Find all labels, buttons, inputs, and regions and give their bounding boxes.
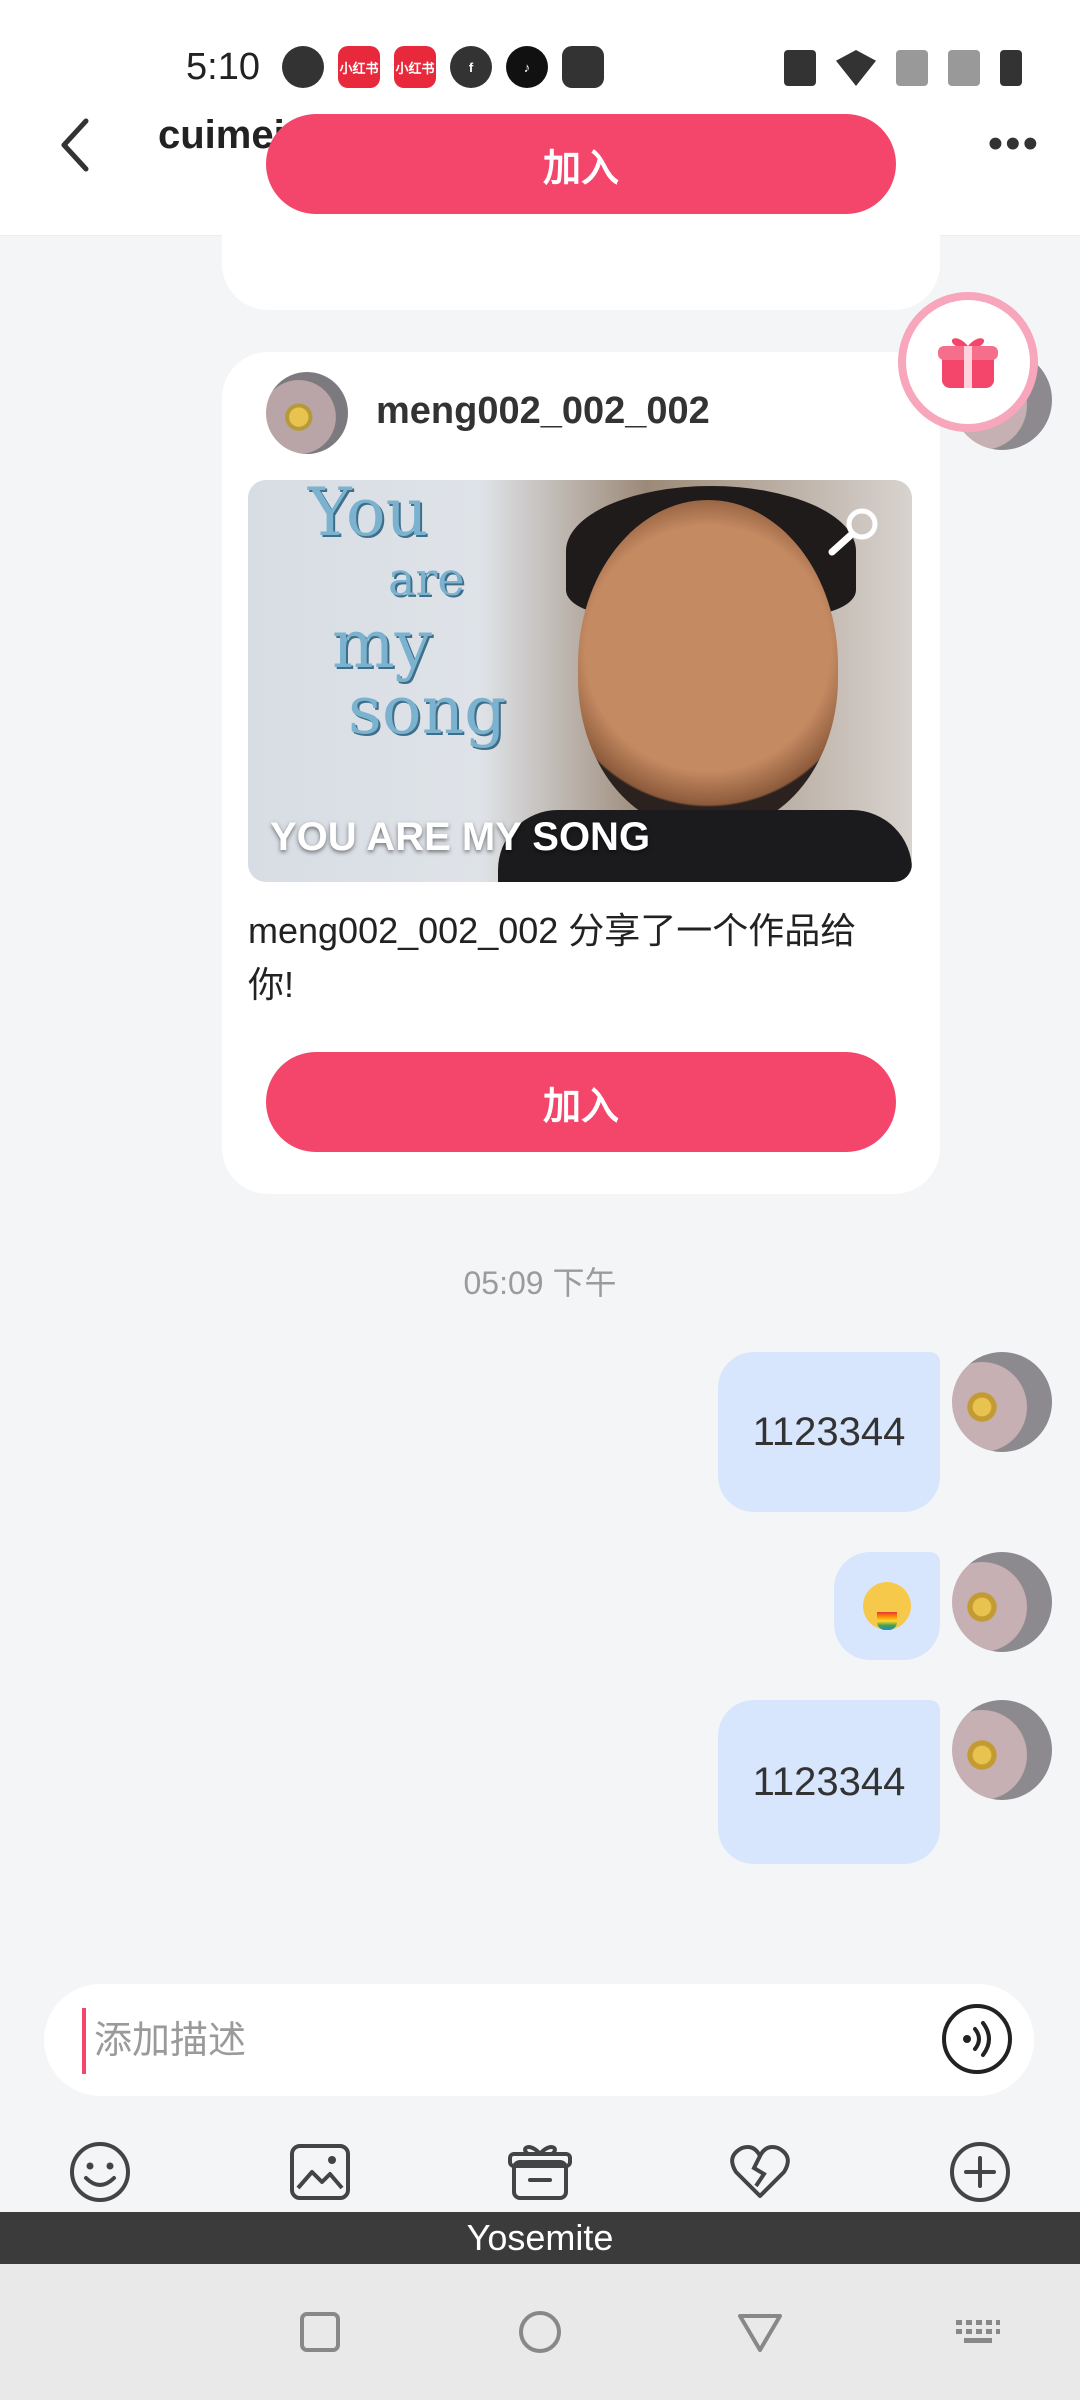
xiaohongshu-icon: 小红书 bbox=[394, 46, 436, 88]
facebook-icon: f bbox=[450, 46, 492, 88]
message-bubble[interactable]: 1123344 bbox=[718, 1700, 940, 1864]
invite-card: meng002_002_002 You are my song YOU ARE … bbox=[222, 352, 940, 1194]
shared-media-thumbnail[interactable]: You are my song YOU ARE MY SONG bbox=[248, 480, 912, 882]
composer-toolbar bbox=[0, 2140, 1080, 2212]
rainbow-vomit-emoji-icon bbox=[863, 1582, 911, 1630]
emoji-icon[interactable] bbox=[68, 2140, 132, 2204]
my-avatar[interactable] bbox=[952, 1700, 1052, 1800]
gift-icon bbox=[938, 338, 998, 388]
wifi-icon bbox=[836, 50, 876, 86]
microphone-icon bbox=[828, 508, 878, 556]
my-avatar[interactable] bbox=[952, 1552, 1052, 1652]
composer-box bbox=[44, 1984, 1034, 2096]
voice-icon bbox=[963, 2021, 991, 2057]
system-icons bbox=[784, 50, 1022, 86]
signal-off-icon bbox=[896, 50, 928, 86]
my-avatar[interactable] bbox=[952, 1352, 1052, 1452]
keyboard-suggestion-bar: Yosemite bbox=[0, 2212, 1080, 2264]
join-button[interactable]: 加入 bbox=[266, 1052, 896, 1152]
plus-icon[interactable] bbox=[948, 2140, 1012, 2204]
invite-card-previous: 加入 bbox=[222, 114, 940, 310]
chat-timestamp: 05:09 下午 bbox=[463, 1265, 617, 1301]
inbox-icon bbox=[562, 46, 604, 88]
sharer-avatar[interactable] bbox=[266, 372, 348, 454]
status-time: 5:10 bbox=[186, 46, 260, 88]
image-icon[interactable] bbox=[288, 2140, 352, 2204]
gift-float-button[interactable] bbox=[898, 292, 1038, 432]
keyboard-icon[interactable] bbox=[954, 2308, 1002, 2356]
home-button[interactable] bbox=[516, 2308, 564, 2356]
back-button[interactable] bbox=[56, 115, 96, 175]
media-script-text: You are my song bbox=[308, 480, 507, 749]
message-bubble-emoji[interactable] bbox=[834, 1552, 940, 1660]
back-nav-button[interactable] bbox=[736, 2308, 784, 2356]
join-button[interactable]: 加入 bbox=[266, 114, 896, 214]
voice-input-button[interactable] bbox=[942, 2004, 1012, 2074]
message-input[interactable] bbox=[82, 2008, 956, 2074]
recents-button[interactable] bbox=[296, 2308, 344, 2356]
vibrate-icon bbox=[784, 50, 816, 86]
system-nav-bar bbox=[0, 2264, 1080, 2400]
sharer-username: meng002_002_002 bbox=[376, 390, 710, 432]
more-options-button[interactable]: ••• bbox=[988, 119, 1040, 169]
notification-icons: 小红书 小红书 f ♪ bbox=[282, 46, 604, 88]
tiktok-icon: ♪ bbox=[506, 46, 548, 88]
battery-charging-icon bbox=[1000, 50, 1022, 86]
share-description: meng002_002_002 分享了一个作品给你! bbox=[248, 910, 857, 1005]
media-caption: YOU ARE MY SONG bbox=[270, 815, 651, 859]
gift-icon[interactable] bbox=[508, 2140, 572, 2204]
signal-off-icon bbox=[948, 50, 980, 86]
pinterest-icon bbox=[282, 46, 324, 88]
broken-heart-icon[interactable] bbox=[728, 2140, 792, 2204]
media-person-face bbox=[578, 500, 838, 830]
message-bubble[interactable]: 1123344 bbox=[718, 1352, 940, 1512]
xiaohongshu-icon: 小红书 bbox=[338, 46, 380, 88]
